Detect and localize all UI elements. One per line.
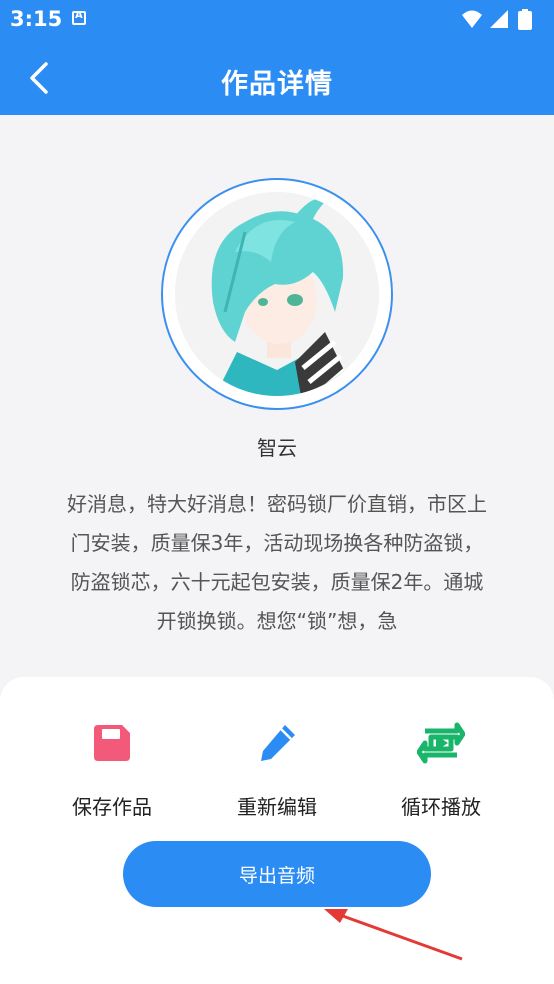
signal-icon [490, 10, 508, 28]
save-work-button[interactable]: 保存作品 [37, 721, 187, 820]
wifi-icon [462, 10, 482, 28]
re-edit-label: 重新编辑 [237, 795, 317, 819]
page-title: 作品详情 [221, 69, 333, 100]
save-icon [94, 725, 130, 761]
re-edit-button[interactable]: 重新编辑 [202, 721, 352, 820]
author-name: 智云 [257, 436, 297, 460]
loop-play-icon [417, 722, 465, 764]
author-avatar [161, 178, 393, 410]
red-arrow-annotation [324, 909, 463, 961]
pencil-icon [261, 725, 295, 761]
loop-play-button[interactable]: 循环播放 [366, 721, 516, 820]
avatar-image [175, 192, 379, 396]
status-icons [460, 8, 544, 36]
bottom-action-sheet: 保存作品 重新编辑 循环播放 导出音频 [0, 677, 554, 984]
app-bar: 作品详情 [0, 40, 554, 115]
status-bar: 3:15 [0, 0, 554, 40]
a-notification-icon [72, 10, 86, 25]
status-time: 3:15 [10, 7, 63, 31]
work-text: 好消息，特大好消息！密码锁厂价直销，市区上门安装，质量保3年，活动现场换各种防盗… [67, 492, 487, 633]
battery-icon [518, 9, 532, 30]
anime-character-image [175, 192, 379, 396]
save-work-label: 保存作品 [72, 795, 152, 819]
loop-play-label: 循环播放 [401, 795, 481, 819]
